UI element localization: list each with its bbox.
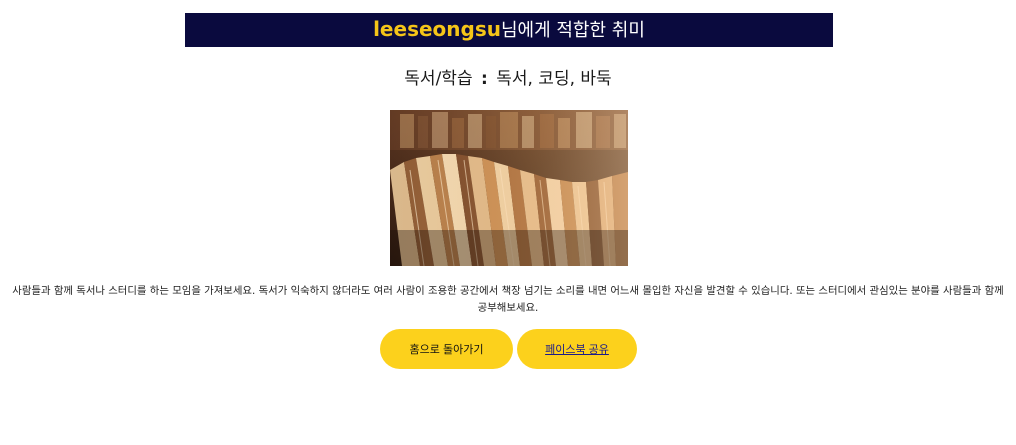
category-separator: :	[481, 69, 488, 89]
facebook-share-button[interactable]: 페이스북 공유	[517, 329, 637, 369]
home-button-label: 홈으로 돌아가기	[409, 344, 484, 356]
hobby-description: 사람들과 함께 독서나 스터디를 하는 모임을 가져보세요. 독서가 익숙하지 …	[12, 285, 1004, 314]
category-name: 독서/학습	[404, 69, 473, 89]
title-suffix: 님에게 적합한 취미	[500, 20, 645, 41]
hobby-list: 독서, 코딩, 바둑	[496, 69, 612, 89]
username-label: leeseongsu	[373, 17, 501, 41]
title-banner: leeseongsu님에게 적합한 취미	[185, 13, 833, 47]
books-illustration	[390, 110, 628, 266]
facebook-share-label: 페이스북 공유	[545, 344, 609, 356]
home-button[interactable]: 홈으로 돌아가기	[380, 329, 513, 369]
page-title: leeseongsu님에게 적합한 취미	[373, 12, 645, 48]
hobby-category-line: 독서/학습 : 독서, 코딩, 바둑	[0, 66, 1016, 92]
books-image	[390, 110, 628, 266]
hobby-result-page: leeseongsu님에게 적합한 취미 독서/학습 : 독서, 코딩, 바둑	[0, 0, 1016, 445]
